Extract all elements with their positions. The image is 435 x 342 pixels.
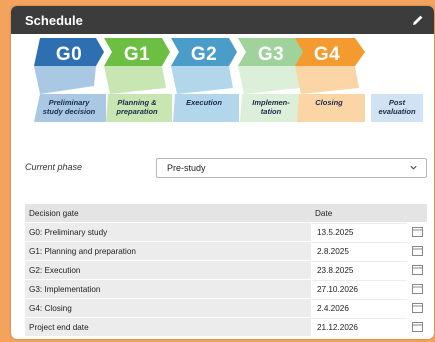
table-row: Project end date 21.12.2026 — [25, 318, 427, 337]
table-row: G3: Implementation 27.10.2026 — [25, 280, 427, 299]
gate-code: G2 — [190, 44, 218, 65]
calendar-icon[interactable] — [411, 303, 423, 313]
date-input[interactable]: 13.5.2025 — [311, 223, 407, 241]
gate-label: Closing — [315, 98, 343, 107]
calendar-icon[interactable] — [411, 246, 423, 256]
gate-g0: G0 Preliminary study decision — [34, 38, 106, 128]
gate-cell: G4: Closing — [29, 303, 72, 313]
gate-cell: G0: Preliminary study — [29, 227, 108, 237]
gate-code: G1 — [123, 44, 151, 65]
gate-cell: G3: Implementation — [29, 284, 101, 294]
date-input[interactable]: 2.4.2026 — [311, 299, 407, 317]
calendar-icon[interactable] — [411, 284, 423, 294]
pencil-icon[interactable] — [410, 12, 426, 28]
column-header-gate: Decision gate — [29, 208, 79, 218]
calendar-icon[interactable] — [411, 322, 423, 332]
date-input[interactable]: 23.8.2025 — [311, 261, 407, 279]
gate-label: Preliminary study decision — [42, 98, 96, 116]
gate-cell: G1: Planning and preparation — [29, 246, 136, 256]
panel-header: Schedule — [11, 6, 434, 34]
gate-g1: G1 Planning & preparation — [102, 38, 172, 128]
table-row: G2: Execution 23.8.2025 — [25, 261, 427, 280]
gate-g2: G2 Execution — [169, 38, 239, 128]
gate-label: Execution — [186, 98, 222, 107]
gate-cell: G2: Execution — [29, 265, 81, 275]
date-input[interactable]: 27.10.2026 — [311, 280, 407, 298]
gate-code: G4 — [313, 44, 341, 65]
gate-g4: G4 Closing — [293, 38, 367, 128]
panel-title: Schedule — [25, 12, 83, 28]
table-row: G4: Closing 2.4.2026 — [25, 299, 427, 318]
current-phase-row: Current phase Pre-study — [25, 158, 427, 180]
column-header-date: Date — [315, 208, 333, 218]
phase-diagram: G0 Preliminary study decision G1 Planning… — [11, 34, 434, 134]
date-input[interactable]: 21.12.2026 — [311, 318, 407, 336]
gate-cell: Project end date — [29, 322, 89, 332]
table-row: G0: Preliminary study 13.5.2025 — [25, 223, 427, 242]
gate-label: Planning & preparation — [116, 98, 158, 116]
current-phase-value: Pre-study — [167, 163, 206, 173]
gate-code: G0 — [55, 44, 83, 65]
current-phase-select[interactable]: Pre-study — [156, 158, 427, 178]
table-header: Decision gate Date — [25, 204, 427, 223]
calendar-icon[interactable] — [411, 227, 423, 237]
schedule-panel: Schedule G0 Preliminary study decision G… — [11, 6, 434, 339]
post-evaluation-label: Post evaluation — [378, 98, 416, 116]
chevron-down-icon — [410, 165, 417, 170]
date-input[interactable]: 2.8.2025 — [311, 242, 407, 260]
table-row: G1: Planning and preparation 2.8.2025 — [25, 242, 427, 261]
decision-gate-table: Decision gate Date G0: Preliminary study… — [25, 204, 427, 337]
post-evaluation: Post evaluation — [371, 94, 423, 122]
calendar-icon[interactable] — [411, 265, 423, 275]
current-phase-label: Current phase — [25, 162, 83, 172]
